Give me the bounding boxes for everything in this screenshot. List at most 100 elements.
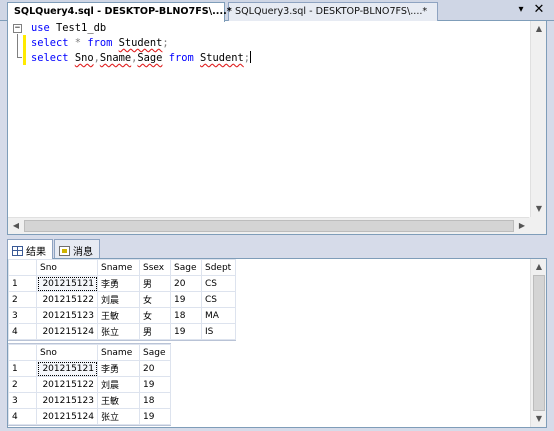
code-token: from xyxy=(168,52,194,64)
header-row: Sno Sname Ssex Sage Sdept xyxy=(8,259,236,276)
cell[interactable]: 李勇 xyxy=(97,360,140,377)
table-row[interactable]: 1 201215121 李勇 20 xyxy=(8,360,171,377)
cell[interactable]: 19 xyxy=(139,376,171,393)
tab-sqlquery3[interactable]: SQLQuery3.sql - DESKTOP-BLNO7FS\....* xyxy=(228,2,438,21)
table-row[interactable]: 3 201215123 王敏女 18 MA xyxy=(8,307,236,324)
cell[interactable]: 刘晨 xyxy=(97,376,140,393)
code-area[interactable]: use Test1_db select * from Student; select… xyxy=(31,21,252,66)
text-caret xyxy=(250,51,252,63)
row-number[interactable]: 2 xyxy=(8,291,37,308)
column-header[interactable]: Sage xyxy=(139,344,171,361)
corner-cell[interactable] xyxy=(8,344,37,361)
close-icon[interactable]: ✕ xyxy=(532,3,546,17)
column-header[interactable]: Sname xyxy=(97,259,140,276)
cell[interactable]: 20 xyxy=(170,275,202,292)
column-header[interactable]: Sno xyxy=(36,259,98,276)
corner-cell[interactable] xyxy=(8,259,37,276)
scroll-thumb[interactable] xyxy=(533,275,545,411)
scroll-down-icon[interactable]: ▼ xyxy=(531,411,547,427)
grid-icon xyxy=(12,246,23,256)
cell[interactable]: 20 xyxy=(139,360,171,377)
cell[interactable]: MA xyxy=(201,307,236,324)
scroll-right-icon[interactable]: ▶ xyxy=(514,218,530,234)
cell[interactable]: CS xyxy=(201,291,236,308)
cell[interactable]: 201215122 xyxy=(36,376,98,393)
result-tabs: 结果 消息 xyxy=(7,239,547,259)
table-row[interactable]: 1 201215121 李勇男 20 CS xyxy=(8,275,236,292)
cell[interactable]: 201215123 xyxy=(36,307,98,324)
cell[interactable]: 王敏 xyxy=(97,307,140,324)
table-row[interactable]: 4 201215124 张立 19 xyxy=(8,408,171,425)
column-header[interactable]: Sno xyxy=(36,344,98,361)
cell[interactable]: 男 xyxy=(139,275,171,292)
document-tab-strip: SQLQuery4.sql - DESKTOP-BLNO7FS\....* SQ… xyxy=(0,0,554,22)
table-row[interactable]: 4 201215124 张立男 19 IS xyxy=(8,323,236,340)
cell[interactable]: 刘晨 xyxy=(97,291,140,308)
cell[interactable]: 201215124 xyxy=(36,408,98,425)
row-number[interactable]: 4 xyxy=(8,323,37,340)
tab-results[interactable]: 结果 xyxy=(7,239,53,259)
cell[interactable]: 男 xyxy=(139,323,171,340)
table-row[interactable]: 3 201215123 王敏 18 xyxy=(8,392,171,409)
editor-vertical-scrollbar[interactable]: ▲ ▼ xyxy=(530,21,546,217)
tab-sqlquery4[interactable]: SQLQuery4.sql - DESKTOP-BLNO7FS\....* xyxy=(7,2,232,22)
cell[interactable]: 19 xyxy=(170,323,202,340)
code-token: * xyxy=(68,37,88,49)
tab-label: SQLQuery3.sql - DESKTOP-BLNO7FS\....* xyxy=(235,6,428,17)
code-line[interactable]: use Test1_db xyxy=(31,21,251,36)
cell[interactable]: 女 xyxy=(139,307,171,324)
cell[interactable]: 女 xyxy=(139,291,171,308)
cell[interactable]: 19 xyxy=(170,291,202,308)
code-token: Sage xyxy=(137,52,163,64)
column-header[interactable]: Sdept xyxy=(201,259,236,276)
scroll-thumb[interactable] xyxy=(24,220,514,232)
query-editor[interactable]: − use Test1_db select * from Student; sele… xyxy=(7,21,547,235)
editor-horizontal-scrollbar[interactable]: ◀ ▶ xyxy=(8,217,530,234)
tab-results-label: 结果 xyxy=(26,247,46,258)
cell[interactable]: 张立 xyxy=(97,323,140,340)
cell[interactable]: 18 xyxy=(139,392,171,409)
code-line[interactable]: select * from Student; xyxy=(31,36,251,51)
chevron-down-icon[interactable]: ▾ xyxy=(514,3,528,17)
code-token: Sno xyxy=(74,52,94,64)
row-number[interactable]: 3 xyxy=(8,392,37,409)
change-bar xyxy=(23,35,26,65)
row-number[interactable]: 1 xyxy=(8,275,37,292)
tab-messages[interactable]: 消息 xyxy=(54,239,100,258)
scroll-left-icon[interactable]: ◀ xyxy=(8,218,24,234)
code-token: ; xyxy=(162,37,169,49)
cell[interactable]: 201215121 xyxy=(36,275,98,292)
scroll-up-icon[interactable]: ▲ xyxy=(531,21,547,37)
code-line[interactable]: select Sno,Sname,Sage from Student; xyxy=(31,51,252,66)
column-header[interactable]: Sage xyxy=(170,259,202,276)
code-token: select xyxy=(31,37,69,49)
results-vertical-scrollbar[interactable]: ▲ ▼ xyxy=(530,259,546,427)
cell[interactable]: 李勇 xyxy=(97,275,140,292)
cell[interactable]: 201215121 xyxy=(36,360,98,377)
result-grid-2[interactable]: Sno Sname Sage 1 201215121 李勇 20 2 201215122 刘晨 19… xyxy=(8,343,171,426)
cell[interactable]: CS xyxy=(201,275,236,292)
cell[interactable]: 19 xyxy=(139,408,171,425)
cell[interactable]: 王敏 xyxy=(97,392,140,409)
cell[interactable]: IS xyxy=(201,323,236,340)
scroll-down-icon[interactable]: ▼ xyxy=(531,201,547,217)
cell[interactable]: 201215123 xyxy=(36,392,98,409)
table-row[interactable]: 2 201215122 刘晨 19 xyxy=(8,376,171,393)
outline-tick xyxy=(17,57,22,58)
cell[interactable]: 201215124 xyxy=(36,323,98,340)
scroll-up-icon[interactable]: ▲ xyxy=(531,259,547,275)
row-number[interactable]: 2 xyxy=(8,376,37,393)
cell[interactable]: 18 xyxy=(170,307,202,324)
row-number[interactable]: 4 xyxy=(8,408,37,425)
cell[interactable]: 201215122 xyxy=(36,291,98,308)
collapse-icon[interactable]: − xyxy=(13,24,22,33)
row-number[interactable]: 1 xyxy=(8,360,37,377)
column-header[interactable]: Sname xyxy=(97,344,140,361)
row-number[interactable]: 3 xyxy=(8,307,37,324)
result-grid-1[interactable]: Sno Sname Ssex Sage Sdept 1 201215121 李勇男 20 CS 2 2… xyxy=(8,259,236,341)
cell[interactable]: 张立 xyxy=(97,408,140,425)
scroll-corner xyxy=(529,217,546,234)
table-row[interactable]: 2 201215122 刘晨女 19 CS xyxy=(8,291,236,308)
message-icon xyxy=(59,246,70,256)
column-header[interactable]: Ssex xyxy=(139,259,171,276)
